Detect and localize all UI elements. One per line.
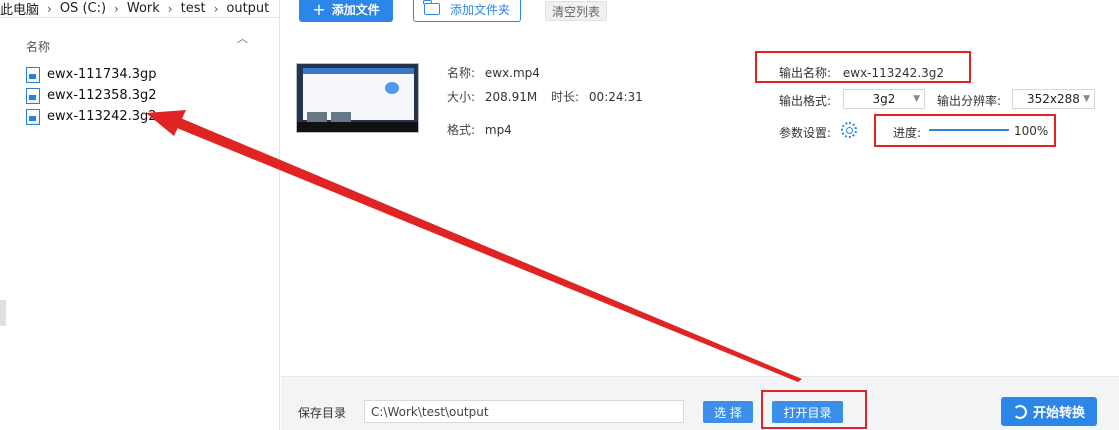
save-dir-label: 保存目录 [298,406,347,420]
chevron-right-icon[interactable]: › [168,2,173,16]
output-format-select[interactable]: 3g2 ▼ [843,89,925,109]
video-file-icon [26,108,40,125]
video-file-icon [26,66,40,83]
converter-pane: + 添加文件 添加文件夹 清空列表 名称: ewx.mp4 大小: 208.91… [281,0,1119,430]
save-dir-input[interactable] [364,400,684,423]
chevron-right-icon[interactable]: › [214,2,219,16]
size-label: 大小: [447,90,476,104]
annotation-box-open-dir [761,390,867,429]
list-item[interactable]: ewx-112358.3g2 [26,85,157,106]
resolution-label: 输出分辨率: [937,94,1002,108]
sort-up-icon[interactable]: ︿ [237,30,248,46]
annotation-box-output-name [755,51,971,83]
breadcrumb-this-pc[interactable]: 此电脑 [0,0,39,18]
add-file-button[interactable]: + 添加文件 [299,0,393,22]
resolution-value: 352x288 [1027,92,1080,106]
chevron-right-icon[interactable]: › [114,2,119,16]
file-name: ewx-112358.3g2 [47,88,157,103]
plus-icon: + [312,0,326,19]
size-value: 208.91M [484,90,538,104]
folder-icon [423,0,440,15]
name-value: ewx.mp4 [484,66,540,80]
source-format: 格式: mp4 [447,121,512,138]
duration-value: 00:24:31 [588,90,643,104]
chevron-right-icon[interactable]: › [47,2,52,16]
format-label: 格式: [447,123,476,137]
add-folder-label: 添加文件夹 [449,2,510,17]
breadcrumb-drive[interactable]: OS (C:) [60,1,106,16]
bottom-bar: 保存目录 选 择 打开目录 开始转换 [281,376,1119,430]
chevron-down-icon: ▼ [913,94,920,104]
video-file-icon [26,87,40,104]
breadcrumb: 此电脑 › OS (C:) › Work › test › output [0,0,280,18]
source-name: 名称: ewx.mp4 [447,64,540,81]
breadcrumb-output[interactable]: output [226,1,269,16]
add-folder-button[interactable]: 添加文件夹 [413,0,521,22]
breadcrumb-test[interactable]: test [181,1,206,16]
file-list: ewx-111734.3gp ewx-112358.3g2 ewx-113242… [26,64,157,127]
chevron-down-icon: ▼ [1083,94,1090,104]
clear-list-button[interactable]: 清空列表 [545,1,607,21]
video-thumbnail [296,63,419,133]
choose-dir-button[interactable]: 选 择 [703,401,753,423]
name-label: 名称: [447,66,476,80]
output-format-label: 输出格式: [779,94,832,108]
source-size: 大小: 208.91M 时长: 00:24:31 [447,88,643,105]
column-header-name[interactable]: 名称 [26,38,50,55]
params-label: 参数设置: [779,126,832,140]
list-item[interactable]: ewx-111734.3gp [26,64,157,85]
file-name: ewx-113242.3g2 [47,109,157,124]
gear-icon[interactable] [841,122,857,138]
duration-label: 时长: [551,90,580,104]
format-value: mp4 [484,123,512,137]
scrollbar[interactable] [0,300,6,326]
start-convert-button[interactable]: 开始转换 [1001,397,1097,426]
output-format-value: 3g2 [872,92,896,106]
breadcrumb-work[interactable]: Work [127,1,160,16]
start-convert-label: 开始转换 [1032,406,1085,421]
refresh-icon [1012,404,1027,419]
annotation-box-progress [874,114,1056,147]
add-file-label: 添加文件 [331,2,380,17]
file-name: ewx-111734.3gp [47,67,157,82]
resolution-select[interactable]: 352x288 ▼ [1012,89,1095,109]
list-item[interactable]: ewx-113242.3g2 [26,106,157,127]
file-explorer-pane: 此电脑 › OS (C:) › Work › test › output ︿ 名… [0,0,280,430]
